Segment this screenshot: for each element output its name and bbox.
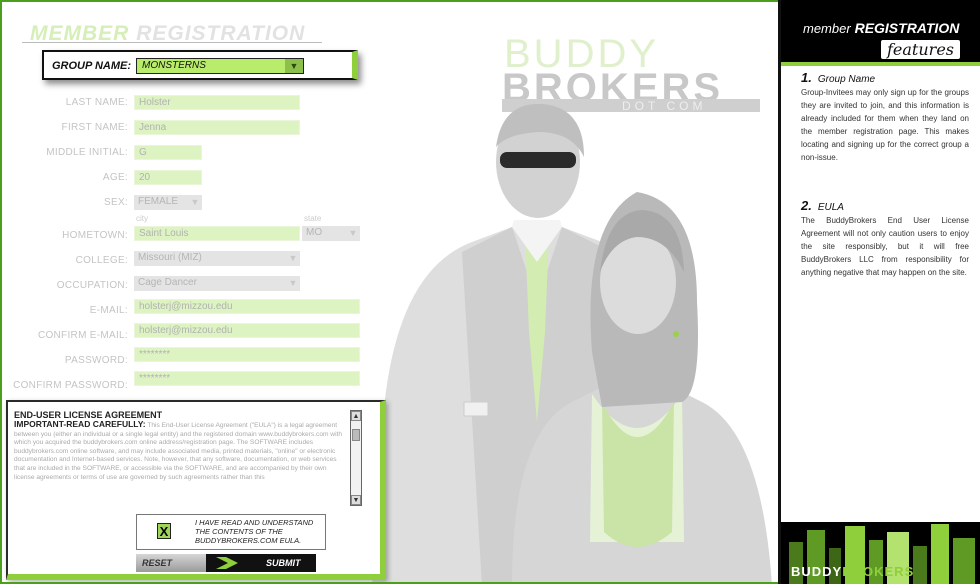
confirm-email-input[interactable]: holsterj@mizzou.edu — [134, 323, 360, 338]
password-input[interactable]: ******** — [134, 347, 360, 362]
confirm-password-input[interactable]: ******** — [134, 371, 360, 386]
eula-agree-box: X I HAVE READ AND UNDERSTAND THE CONTENT… — [136, 514, 326, 550]
scroll-thumb[interactable] — [352, 429, 360, 441]
occupation-select[interactable]: Cage Dancer ▼ — [134, 276, 300, 291]
feature-1-body: Group-Invitees may only sign up for the … — [801, 88, 969, 162]
city-hint: city — [136, 214, 148, 223]
sex-label: SEX: — [104, 197, 128, 208]
feature-2-heading: 2. EULA — [801, 198, 844, 213]
panel-logo-brokers: BROKERS — [842, 564, 915, 579]
college-value: Missouri (MIZ) — [138, 252, 202, 263]
eula-agree-text: I HAVE READ AND UNDERSTAND THE CONTENTS … — [195, 518, 314, 545]
eula-textarea[interactable]: END-USER LICENSE AGREEMENT IMPORTANT-REA… — [14, 410, 348, 502]
chevron-right-icon — [216, 557, 238, 569]
chevron-down-icon: ▼ — [190, 197, 200, 207]
feature-2-number: 2. — [801, 198, 812, 213]
confirm-password-label: CONFIRM PASSWORD: — [13, 380, 128, 391]
hometown-label: HOMETOWN: — [62, 230, 128, 241]
eula-box: END-USER LICENSE AGREEMENT IMPORTANT-REA… — [6, 400, 386, 580]
title-underline — [22, 42, 322, 43]
first-name-label: FIRST NAME: — [61, 122, 128, 133]
panel-subheading: features — [881, 40, 960, 59]
feature-2-body: The BuddyBrokers End User License Agreem… — [801, 216, 969, 277]
city-input[interactable]: Saint Louis — [134, 226, 300, 241]
feature-2-title: EULA — [817, 202, 844, 213]
sex-value: FEMALE — [138, 196, 179, 207]
middle-initial-input[interactable]: G — [134, 145, 202, 160]
eula-agree-checkbox[interactable]: X — [157, 523, 171, 539]
feature-1-title: Group Name — [817, 74, 876, 85]
first-name-input[interactable]: Jenna — [134, 120, 300, 135]
people-illustration — [372, 103, 772, 582]
scroll-down-icon[interactable]: ▼ — [351, 495, 361, 505]
state-hint: state — [304, 214, 322, 223]
reset-button[interactable]: RESET — [136, 554, 206, 572]
college-label: COLLEGE: — [75, 255, 128, 266]
email-input[interactable]: holsterj@mizzou.edu — [134, 299, 360, 314]
state-select[interactable]: MO ▼ — [302, 226, 360, 241]
panel-accent-bar — [781, 62, 980, 66]
eula-scrollbar[interactable]: ▲ ▼ — [350, 410, 362, 506]
sex-select[interactable]: FEMALE ▼ — [134, 195, 202, 210]
eula-important: IMPORTANT-READ CAREFULLY: — [14, 419, 146, 429]
last-name-input[interactable]: Holster — [134, 95, 300, 110]
college-select[interactable]: Missouri (MIZ) ▼ — [134, 251, 300, 266]
occupation-label: OCCUPATION: — [56, 280, 128, 291]
panel-heading-upper: REGISTRATION — [854, 20, 960, 36]
password-label: PASSWORD: — [64, 355, 128, 366]
last-name-label: LAST NAME: — [65, 97, 128, 108]
confirm-email-label: CONFIRM E-MAIL: — [37, 330, 128, 341]
submit-label: SUBMIT — [266, 558, 301, 568]
scroll-up-icon[interactable]: ▲ — [351, 411, 361, 421]
group-name-label: GROUP NAME: — [52, 60, 132, 72]
group-name-box: GROUP NAME: MONSTERNS ▼ — [42, 50, 358, 80]
age-input[interactable]: 20 — [134, 170, 202, 185]
panel-heading: member REGISTRATION — [803, 20, 959, 36]
occupation-value: Cage Dancer — [138, 277, 197, 288]
group-name-value: MONSTERNS — [142, 60, 206, 71]
panel-logo-buddy: BUDDY — [791, 564, 843, 579]
chevron-down-icon: ▼ — [348, 228, 358, 238]
panel-heading-lower: member — [803, 21, 851, 36]
feature-1-number: 1. — [801, 70, 812, 85]
email-label: E-MAIL: — [89, 305, 128, 316]
state-value: MO — [306, 227, 323, 238]
feature-1-heading: 1. Group Name — [801, 70, 875, 85]
middle-initial-label: MIDDLE INITIAL: — [46, 147, 128, 158]
chevron-down-icon: ▼ — [288, 278, 298, 288]
age-label: AGE: — [102, 172, 128, 183]
group-name-select[interactable]: MONSTERNS ▼ — [136, 58, 304, 74]
chevron-down-icon: ▼ — [288, 253, 298, 263]
chevron-down-icon: ▼ — [285, 59, 303, 73]
eula-body: This End-User License Agreement ("EULA")… — [14, 422, 343, 481]
features-panel: member REGISTRATION features 1. Group Nam… — [778, 0, 980, 584]
submit-button[interactable]: SUBMIT — [206, 554, 316, 572]
panel-logo: BUDDYBROKERS — [791, 564, 914, 579]
